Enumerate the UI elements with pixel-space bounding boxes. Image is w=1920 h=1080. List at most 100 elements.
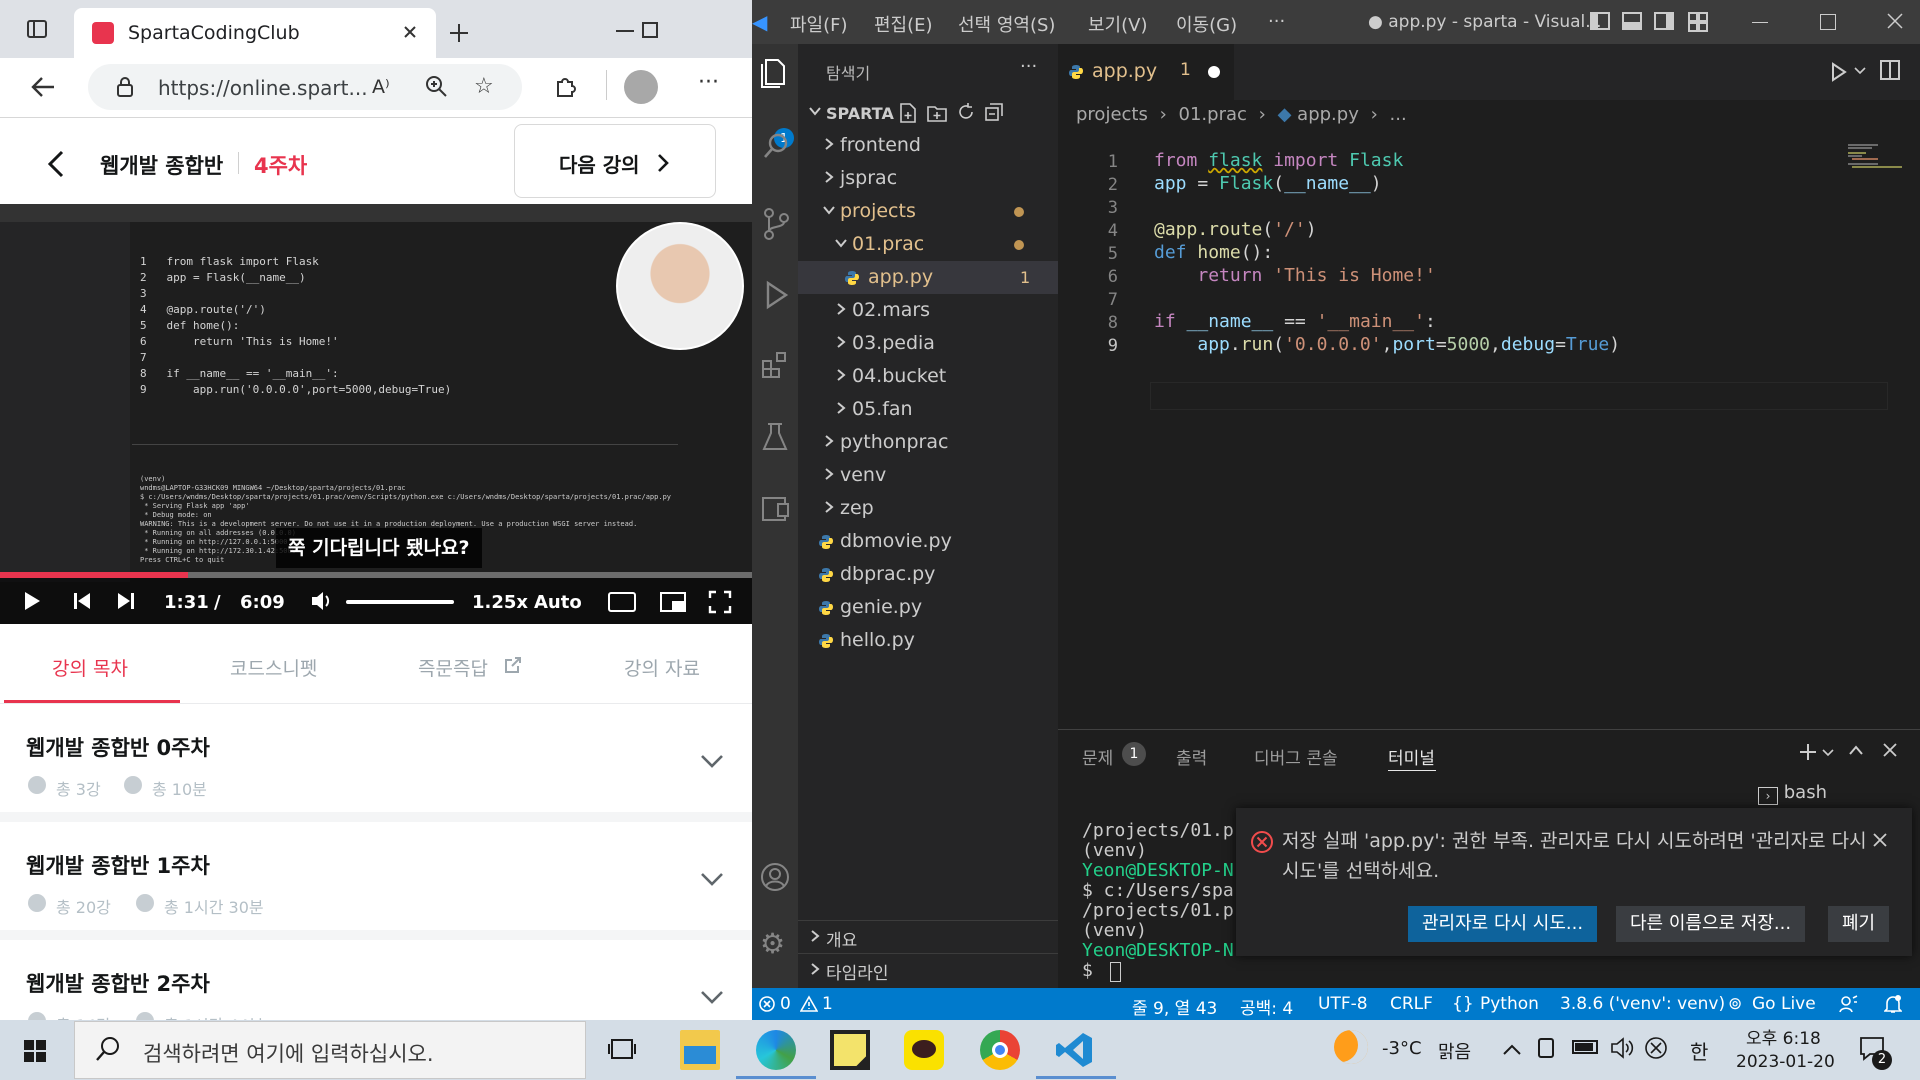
terminal-instance-bash[interactable]: › bash [1758,782,1827,805]
toggle-secondary-sidebar-icon[interactable] [1654,12,1674,30]
quality-selector[interactable]: Auto [534,592,582,613]
retry-as-admin-button[interactable]: 관리자로 다시 시도... [1408,906,1598,942]
tree-item-frontend[interactable]: frontend [798,129,1058,162]
save-as-button[interactable]: 다른 이름으로 저장... [1616,906,1806,942]
clock-time[interactable]: 오후 6:18 [1746,1024,1821,1049]
tree-item-dbprac-py[interactable]: dbprac.py [798,558,1058,591]
breadcrumb-01-prac[interactable]: 01.prac [1179,104,1247,125]
warning-count[interactable]: 1 [822,994,833,1014]
task-view-icon[interactable] [608,1036,636,1062]
week-item-1[interactable]: 웹개발 종합반 1주차 총 20강 총 1시간 30분 [0,822,752,940]
explorer-more-icon[interactable]: ··· [1020,56,1037,77]
accounts-icon[interactable] [760,862,790,892]
tab-actions-icon[interactable] [26,18,48,40]
panel-tab-problems[interactable]: 문제 [1082,744,1113,769]
new-terminal-icon[interactable] [1798,742,1818,762]
close-tab-icon[interactable] [402,24,418,40]
volume-icon[interactable] [310,590,334,612]
tab-materials[interactable]: 강의 자료 [624,654,700,681]
error-count[interactable]: 0 [780,994,791,1014]
vscode-maximize-icon[interactable] [1820,14,1836,30]
tree-item-zep[interactable]: zep [798,492,1058,525]
week-item-0[interactable]: 웹개발 종합반 0주차 총 3강 총 10분 [0,704,752,822]
explorer-root[interactable]: SPARTA [798,96,1058,129]
tab-qna[interactable]: 즉문즉답 [418,654,488,681]
unsaved-dot[interactable] [1208,66,1220,78]
tree-item-genie-py[interactable]: genie.py [798,591,1058,624]
back-icon[interactable] [30,74,56,100]
close-notification-icon[interactable] [1872,832,1888,848]
weather-temperature[interactable]: -3°C [1382,1038,1422,1059]
tray-overflow-icon[interactable] [1502,1044,1522,1056]
split-editor-icon[interactable] [1880,60,1900,80]
maximize-panel-icon[interactable] [1848,744,1864,756]
windows-start-icon[interactable] [24,1040,46,1062]
menu-edit[interactable]: 편집(E) [874,11,933,37]
tab-curriculum[interactable]: 강의 목차 [52,654,128,681]
editor-tab-app-py[interactable]: app.py 1 [1058,44,1234,100]
more-menu-icon[interactable]: ··· [698,70,719,95]
feedback-icon[interactable] [1838,994,1858,1014]
timeline-section[interactable]: 타임라인 [798,953,1058,986]
notifications-bell-icon[interactable] [1884,994,1902,1014]
next-lecture-button[interactable]: 다음 강의 [514,124,716,198]
refresh-icon[interactable] [956,102,976,122]
run-dropdown-icon[interactable] [1854,66,1866,76]
testing-icon[interactable] [762,422,788,452]
new-tab-icon[interactable] [448,22,470,44]
course-back-icon[interactable] [48,150,64,178]
tab-code-snippet[interactable]: 코드스니펫 [230,654,317,681]
language-mode[interactable]: Python [1480,994,1539,1014]
browser-tab[interactable]: SpartaCodingClub [74,8,436,58]
extensions-view-icon[interactable] [760,350,790,380]
next-icon[interactable] [116,590,136,612]
menu-view[interactable]: 보기(V) [1088,11,1147,37]
minimap[interactable] [1848,144,1914,174]
tree-item-02-mars[interactable]: 02.mars [798,294,1058,327]
previous-icon[interactable] [72,590,92,612]
vscode-minimize-icon[interactable] [1752,22,1768,23]
week-item-2[interactable]: 웹개발 종합반 2주차 총 14강 총 1시간 44분 [0,940,752,1020]
edge-app-icon[interactable] [756,1030,796,1070]
tree-item-pythonprac[interactable]: pythonprac [798,426,1058,459]
toggle-panel-icon[interactable] [1622,12,1642,30]
ime-indicator[interactable]: 한 [1690,1036,1708,1065]
tree-item-hello-py[interactable]: hello.py [798,624,1058,657]
network-disconnected-icon[interactable] [1644,1036,1668,1060]
explorer-icon[interactable] [760,58,788,88]
pip-icon[interactable] [660,592,686,612]
clock-date[interactable]: 2023-01-20 [1736,1052,1835,1072]
line-endings[interactable]: CRLF [1390,994,1433,1014]
minimize-icon[interactable] [616,30,634,32]
tree-item-dbmovie-py[interactable]: dbmovie.py [798,525,1058,558]
tree-item-05-fan[interactable]: 05.fan [798,393,1058,426]
menu-file[interactable]: 파일(F) [790,11,848,37]
menu-selection[interactable]: 선택 영역(S) [958,11,1055,37]
tree-item-jsprac[interactable]: jsprac [798,162,1058,195]
sticky-notes-app-icon[interactable] [830,1030,870,1070]
encoding[interactable]: UTF-8 [1318,994,1368,1014]
subtitles-icon[interactable] [608,592,636,612]
menu-more[interactable]: ··· [1268,11,1285,32]
customize-layout-icon[interactable] [1688,12,1708,32]
tree-item-01-prac[interactable]: 01.prac [798,228,1058,261]
terminal-dropdown-icon[interactable] [1822,748,1834,758]
device-icon[interactable] [1538,1038,1554,1058]
weather-moon-icon[interactable] [1334,1030,1368,1064]
close-panel-icon[interactable] [1882,742,1898,758]
lecture-video-player[interactable]: 1 from flask import Flask 2 app = Flask(… [0,204,752,624]
go-live-button[interactable]: Go Live [1752,994,1816,1014]
taskbar-search-box[interactable]: 검색하려면 여기에 입력하십시오. [74,1021,586,1079]
indentation[interactable]: 공백: 4 [1240,994,1293,1019]
panel-tab-output[interactable]: 출력 [1176,744,1207,769]
new-file-icon[interactable] [898,102,918,124]
tree-item-03-pedia[interactable]: 03.pedia [798,327,1058,360]
profile-avatar[interactable] [624,70,658,104]
python-interpreter[interactable]: 3.8.6 ('venv': venv) [1560,994,1725,1014]
code-editor[interactable]: app.py 1 projects › 01.prac › ◆ app.py ›… [1058,44,1920,729]
manage-gear-icon[interactable]: ⚙ [760,930,785,958]
play-icon[interactable] [22,590,42,612]
vscode-close-icon[interactable] [1886,12,1904,30]
speaker-icon[interactable] [1610,1036,1634,1060]
playback-speed[interactable]: 1.25x [472,592,528,613]
